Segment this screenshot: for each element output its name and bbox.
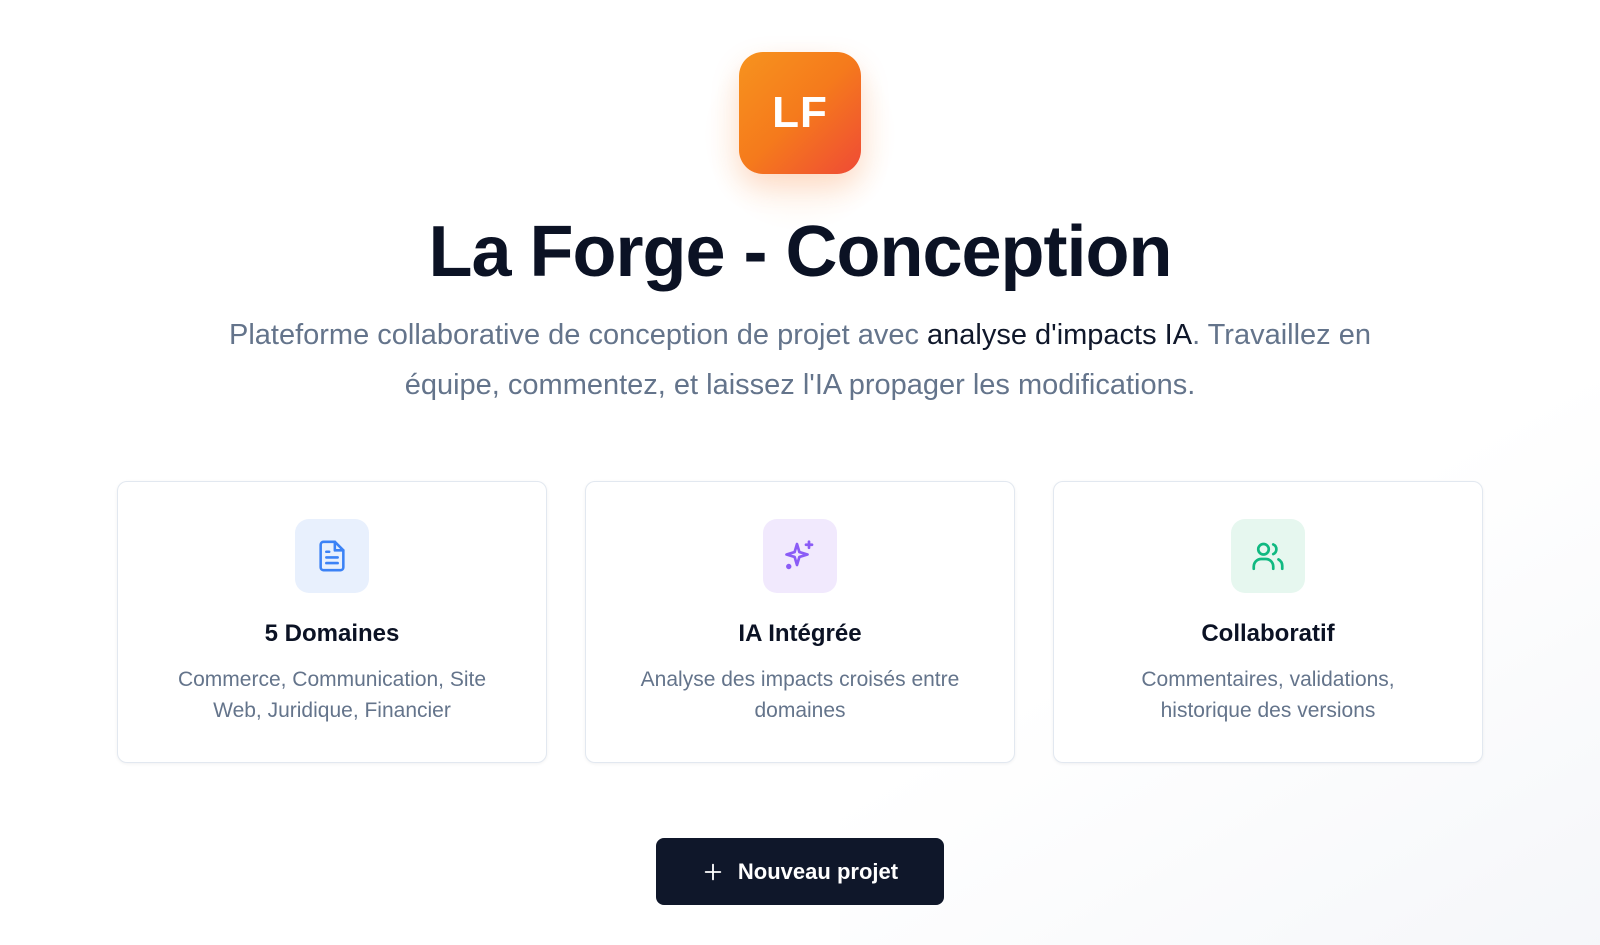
app-logo: LF	[739, 52, 861, 174]
feature-cards: 5 Domaines Commerce, Communication, Site…	[117, 481, 1485, 763]
feature-description: Analyse des impacts croisés entre domain…	[640, 668, 960, 722]
new-project-label: Nouveau projet	[737, 858, 899, 884]
document-icon	[295, 519, 369, 593]
page-subtitle: Plateforme collaborative de conception d…	[200, 310, 1400, 410]
subtitle-highlight: analyse d'impacts IA	[927, 319, 1193, 351]
feature-card-ai: IA Intégrée Analyse des impacts croisés …	[585, 481, 1015, 763]
feature-description: Commerce, Communication, Site Web, Jurid…	[177, 668, 487, 722]
page-title: La Forge - Conception	[428, 212, 1173, 292]
plus-icon	[702, 861, 724, 883]
feature-card-domains: 5 Domaines Commerce, Communication, Site…	[117, 481, 547, 763]
sparkles-icon	[763, 519, 837, 593]
feature-title: IA Intégrée	[738, 620, 862, 647]
feature-description: Commentaires, validations, historique de…	[1141, 668, 1395, 722]
feature-title: Collaboratif	[1201, 620, 1335, 647]
feature-card-collaborative: Collaboratif Commentaires, validations, …	[1053, 481, 1483, 763]
subtitle-text-start: Plateforme collaborative de conception d…	[228, 319, 928, 351]
new-project-button[interactable]: Nouveau projet	[656, 838, 944, 905]
users-icon	[1231, 519, 1305, 593]
feature-title: 5 Domaines	[264, 620, 400, 647]
logo-text: LF	[772, 88, 828, 137]
